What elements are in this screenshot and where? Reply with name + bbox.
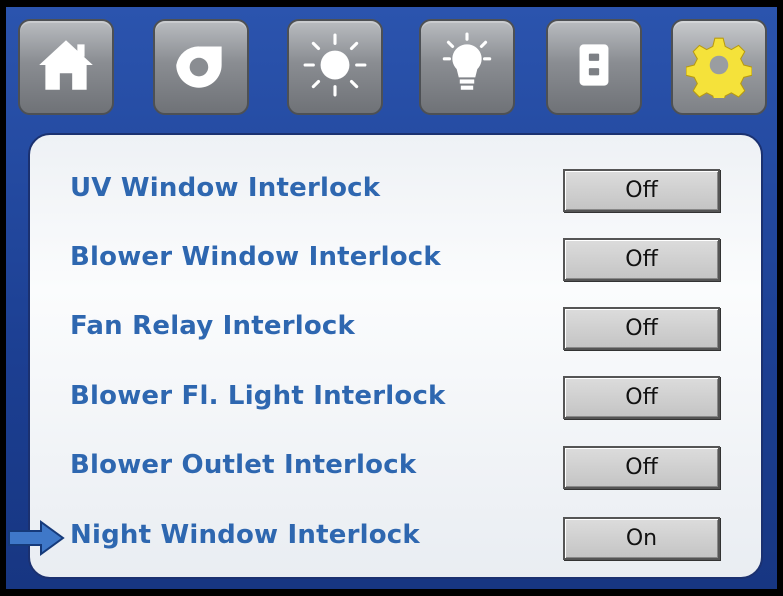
home-icon <box>33 32 99 102</box>
tab-uv-light[interactable] <box>287 19 383 115</box>
tab-settings[interactable] <box>671 19 767 115</box>
blower-icon <box>168 32 234 102</box>
setting-label-blower-fl-light-interlock: Blower Fl. Light Interlock <box>70 381 446 411</box>
tab-home[interactable] <box>18 19 114 115</box>
selection-arrow-icon <box>8 520 65 556</box>
night-window-interlock-toggle[interactable]: On <box>563 517 720 560</box>
setting-label-fan-relay-interlock: Fan Relay Interlock <box>70 311 356 341</box>
gear-icon <box>685 32 753 105</box>
outlet-icon <box>561 32 627 102</box>
setting-label-uv-window-interlock: UV Window Interlock <box>70 173 381 203</box>
setting-label-night-window-interlock: Night Window Interlock <box>70 520 420 550</box>
tab-blower[interactable] <box>153 19 249 115</box>
tab-outlet[interactable] <box>546 19 642 115</box>
blower-outlet-interlock-toggle[interactable]: Off <box>563 446 720 489</box>
uv-light-icon <box>302 32 368 102</box>
blower-fl-light-interlock-toggle[interactable]: Off <box>563 376 720 419</box>
uv-window-interlock-toggle[interactable]: Off <box>563 169 720 212</box>
setting-label-blower-window-interlock: Blower Window Interlock <box>70 242 441 272</box>
app-screen: UV Window Interlock Off Blower Window In… <box>6 7 777 589</box>
blower-window-interlock-toggle[interactable]: Off <box>563 238 720 281</box>
light-bulb-icon <box>434 32 500 102</box>
fan-relay-interlock-toggle[interactable]: Off <box>563 307 720 350</box>
setting-label-blower-outlet-interlock: Blower Outlet Interlock <box>70 450 417 480</box>
tab-light[interactable] <box>419 19 515 115</box>
